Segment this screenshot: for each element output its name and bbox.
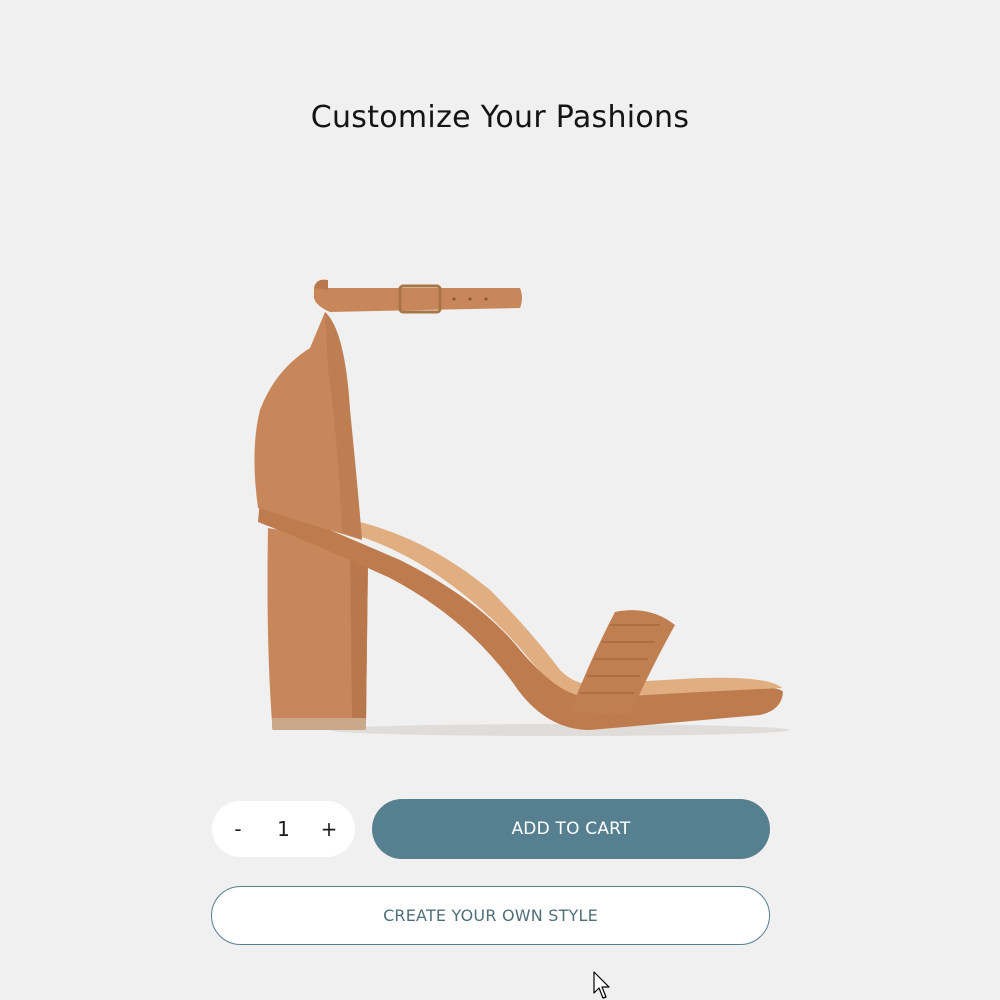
footbed — [355, 522, 782, 698]
product-image — [254, 279, 790, 736]
page-title: Customize Your Pashions — [310, 100, 690, 135]
strap-hole-2 — [468, 297, 472, 301]
strap-hole-1 — [452, 297, 456, 301]
mouse-cursor-icon — [593, 971, 610, 999]
heel-tip — [272, 718, 366, 730]
quantity-value[interactable]: 1 — [264, 817, 304, 841]
add-to-cart-button[interactable]: ADD TO CART — [372, 799, 770, 859]
decrease-button[interactable]: - — [220, 809, 256, 849]
quantity-stepper: - 1 + — [212, 801, 355, 857]
product-page: Customize Your Pashions - 1 + ADD TO CAR… — [0, 0, 1000, 1000]
ankle-strap — [314, 288, 522, 312]
create-your-own-style-button[interactable]: CREATE YOUR OWN STYLE — [211, 886, 770, 945]
heel-shade — [350, 542, 368, 722]
strap-hole-3 — [484, 297, 488, 301]
shadow — [330, 724, 790, 736]
increase-button[interactable]: + — [311, 809, 347, 849]
